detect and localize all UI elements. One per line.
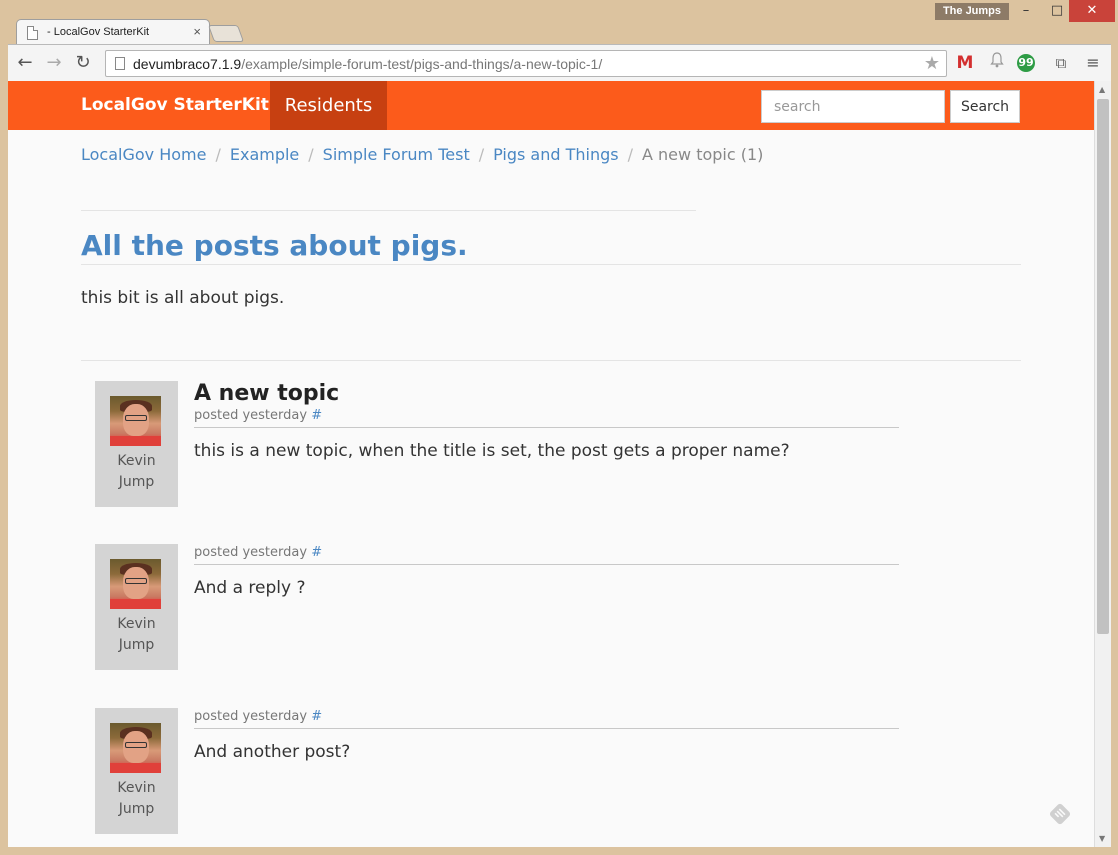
permalink[interactable]: # (311, 545, 322, 560)
nav-item-residents[interactable]: Residents (270, 81, 387, 130)
forward-icon[interactable]: → (41, 50, 67, 76)
breadcrumb-current: A new topic (1) (642, 145, 764, 164)
breadcrumb-example[interactable]: Example (230, 145, 299, 164)
notification-bell-icon[interactable] (986, 52, 1008, 74)
scrollbar-thumb[interactable] (1097, 99, 1109, 634)
post-body: And another post? (194, 742, 351, 762)
address-bar[interactable]: devumbraco7.1.9/example/simple-forum-tes… (105, 50, 947, 77)
forum-post: Kevin Jump posted yesterday # And another… (95, 708, 900, 834)
post-divider (194, 564, 899, 565)
author-card: Kevin Jump (95, 708, 178, 834)
page-icon (27, 26, 38, 40)
hangouts-icon[interactable]: 99 (1017, 54, 1035, 72)
scroll-up-icon[interactable]: ▲ (1099, 85, 1105, 94)
breadcrumb-category[interactable]: Pigs and Things (493, 145, 619, 164)
forum-post: Kevin Jump A new topic posted yesterday #… (95, 381, 900, 507)
feed-icon[interactable] (1044, 798, 1075, 829)
permalink[interactable]: # (311, 709, 322, 724)
gmail-icon[interactable]: M (954, 52, 976, 74)
close-window-icon[interactable]: ✕ (1069, 0, 1115, 22)
breadcrumb: LocalGov Home / Example / Simple Forum Test /… (81, 145, 763, 164)
author-name[interactable]: Kevin Jump (95, 614, 178, 656)
tab-title: - LocalGov StarterKit (47, 26, 150, 38)
divider (81, 360, 1021, 361)
breadcrumb-separator: / (215, 145, 221, 164)
breadcrumb-separator: / (308, 145, 314, 164)
post-divider (194, 728, 899, 729)
post-meta: posted yesterday # (194, 408, 323, 423)
permalink[interactable]: # (311, 408, 322, 423)
site-brand[interactable]: LocalGov StarterKit (81, 95, 269, 115)
browser-toolbar: ← → ↻ devumbraco7.1.9/example/simple-for… (8, 44, 1111, 81)
post-title: A new topic (194, 381, 340, 406)
page-viewport: LocalGov StarterKit Residents Search Loc… (8, 81, 1094, 847)
avatar[interactable] (110, 396, 161, 446)
breadcrumb-forum[interactable]: Simple Forum Test (323, 145, 470, 164)
divider (81, 210, 696, 211)
breadcrumb-separator: / (627, 145, 633, 164)
author-card: Kevin Jump (95, 544, 178, 670)
cast-icon[interactable]: ⧉ (1050, 52, 1072, 74)
post-meta: posted yesterday # (194, 545, 323, 560)
url-path: /example/simple-forum-test/pigs-and-thin… (241, 56, 603, 72)
forum-description: this bit is all about pigs. (81, 288, 285, 308)
site-navbar: LocalGov StarterKit Residents Search (8, 81, 1094, 130)
author-name[interactable]: Kevin Jump (95, 778, 178, 820)
post-body: And a reply ? (194, 578, 306, 598)
post-body: this is a new topic, when the title is s… (194, 441, 790, 461)
menu-icon[interactable]: ≡ (1082, 52, 1104, 74)
vertical-scrollbar[interactable]: ▲ ▼ (1094, 81, 1111, 847)
avatar[interactable] (110, 723, 161, 773)
divider (81, 264, 1021, 265)
post-divider (194, 427, 899, 428)
close-tab-icon[interactable]: × (193, 24, 201, 39)
breadcrumb-separator: / (478, 145, 485, 164)
reload-icon[interactable]: ↻ (70, 50, 96, 76)
browser-window: - LocalGov StarterKit × The Jumps – □ ✕ … (0, 0, 1118, 855)
bookmark-star-icon[interactable]: ★ (924, 53, 940, 74)
avatar[interactable] (110, 559, 161, 609)
url-host: devumbraco7.1.9 (133, 56, 242, 72)
search-input[interactable] (761, 90, 945, 123)
profile-badge[interactable]: The Jumps (935, 3, 1009, 20)
author-name[interactable]: Kevin Jump (95, 451, 178, 493)
breadcrumb-home[interactable]: LocalGov Home (81, 145, 206, 164)
author-card: Kevin Jump (95, 381, 178, 507)
new-tab-button[interactable] (207, 25, 245, 42)
post-meta: posted yesterday # (194, 709, 323, 724)
scroll-down-icon[interactable]: ▼ (1099, 834, 1105, 843)
minimize-icon[interactable]: – (1010, 0, 1042, 22)
url-text[interactable]: devumbraco7.1.9/example/simple-forum-tes… (133, 56, 602, 72)
browser-tab[interactable]: - LocalGov StarterKit × (16, 19, 210, 45)
page-icon (115, 57, 125, 70)
search-button[interactable]: Search (950, 90, 1020, 123)
back-icon[interactable]: ← (12, 50, 38, 76)
forum-title: All the posts about pigs. (81, 229, 468, 262)
forum-post: Kevin Jump posted yesterday # And a reply… (95, 544, 900, 670)
